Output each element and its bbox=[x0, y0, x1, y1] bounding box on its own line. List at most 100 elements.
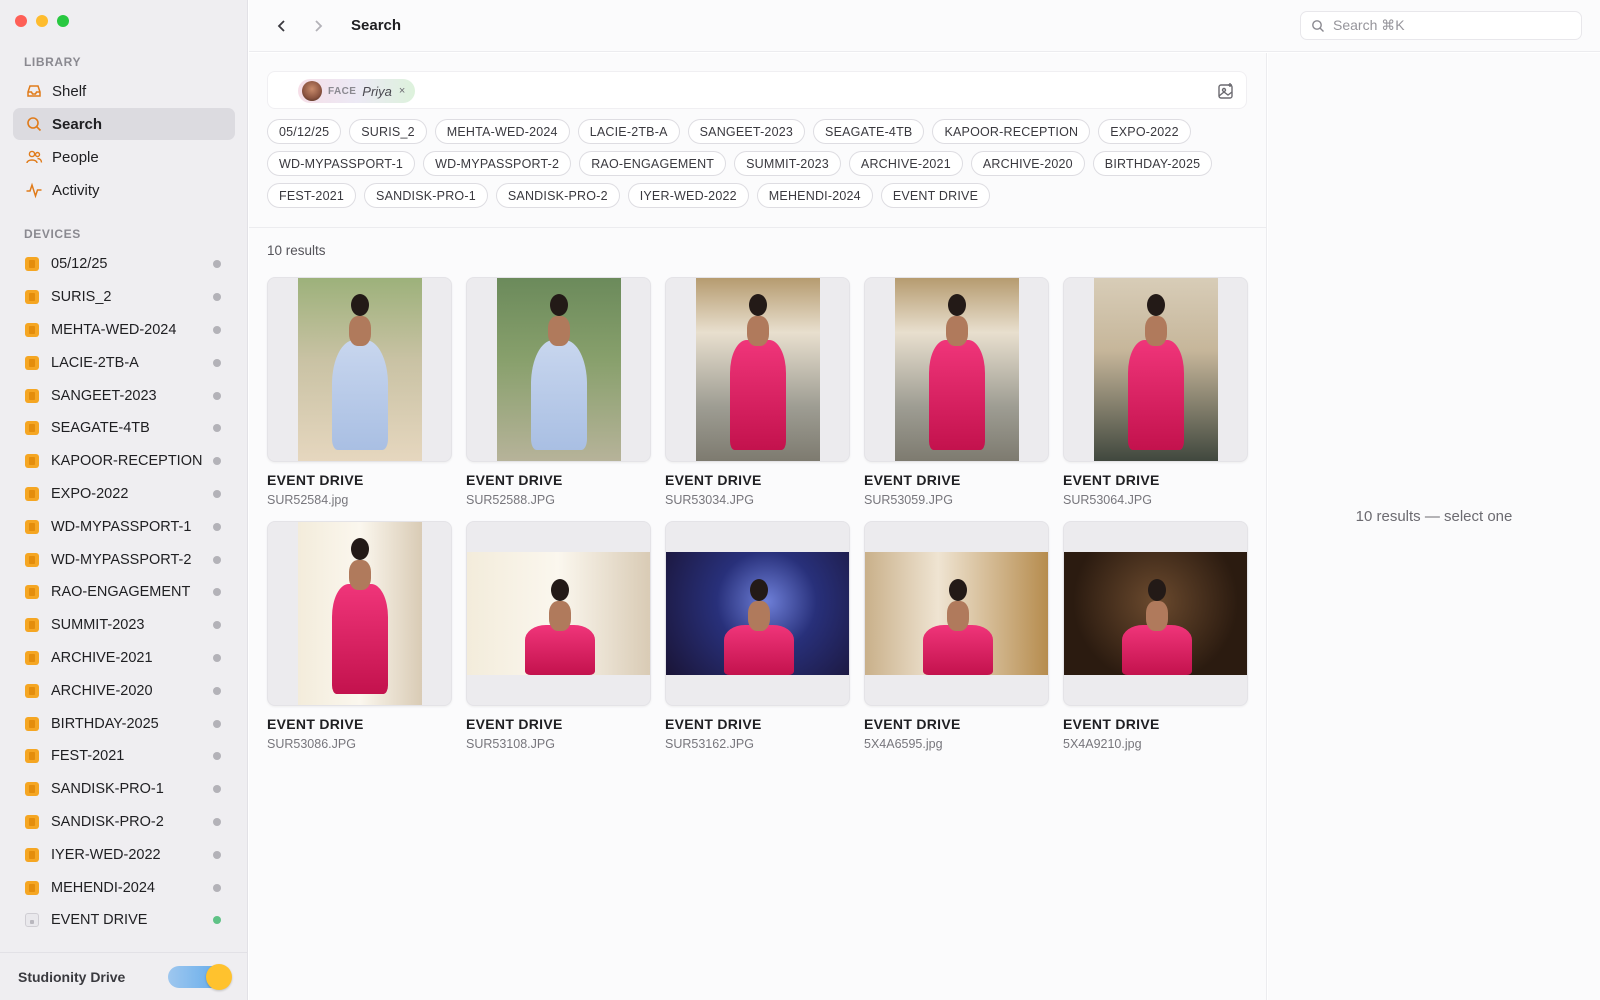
result-card[interactable]: EVENT DRIVE SUR53108.JPG bbox=[466, 521, 651, 751]
drive-filter-chip[interactable]: EXPO-2022 bbox=[1098, 119, 1191, 144]
minimize-window-button[interactable] bbox=[36, 15, 48, 27]
photo bbox=[666, 552, 849, 675]
device-item[interactable]: BIRTHDAY-2025 bbox=[13, 707, 235, 740]
result-thumbnail[interactable] bbox=[267, 521, 452, 706]
drive-filter-chip[interactable]: EVENT DRIVE bbox=[880, 183, 991, 208]
device-item[interactable]: RAO-ENGAGEMENT bbox=[13, 576, 235, 609]
result-card[interactable]: EVENT DRIVE SUR53034.JPG bbox=[665, 277, 850, 507]
drive-filter-chip[interactable]: KAPOOR-RECEPTION bbox=[932, 119, 1091, 144]
device-item[interactable]: MEHENDI-2024 bbox=[13, 871, 235, 904]
result-thumbnail[interactable] bbox=[665, 277, 850, 462]
drive-filter-chip[interactable]: SEAGATE-4TB bbox=[813, 119, 925, 144]
result-card[interactable]: EVENT DRIVE SUR52588.JPG bbox=[466, 277, 651, 507]
drive-filter-chip[interactable]: MEHENDI-2024 bbox=[756, 183, 873, 208]
device-name: LACIE-2TB-A bbox=[51, 354, 139, 371]
face-avatar bbox=[302, 81, 322, 101]
figure-dress bbox=[530, 340, 587, 450]
drive-filter-chip[interactable]: SURIS_2 bbox=[349, 119, 427, 144]
photo bbox=[894, 278, 1019, 461]
drive-toggle[interactable] bbox=[168, 963, 232, 990]
device-item[interactable]: EXPO-2022 bbox=[13, 478, 235, 511]
figure-head bbox=[549, 294, 568, 316]
zoom-window-button[interactable] bbox=[57, 15, 69, 27]
drive-filter-chip[interactable]: WD-MYPASSPORT-2 bbox=[423, 151, 572, 176]
drive-filter-chip[interactable]: SANDISK-PRO-2 bbox=[495, 183, 620, 208]
device-item[interactable]: LACIE-2TB-A bbox=[13, 346, 235, 379]
result-card[interactable]: EVENT DRIVE 5X4A9210.jpg bbox=[1063, 521, 1248, 751]
device-item[interactable]: ARCHIVE-2021 bbox=[13, 642, 235, 675]
result-card[interactable]: EVENT DRIVE SUR53059.JPG bbox=[864, 277, 1049, 507]
result-thumbnail[interactable] bbox=[864, 277, 1049, 462]
device-item[interactable]: ARCHIVE-2020 bbox=[13, 674, 235, 707]
result-thumbnail[interactable] bbox=[665, 521, 850, 706]
result-thumbnail[interactable] bbox=[466, 521, 651, 706]
result-thumbnail[interactable] bbox=[466, 277, 651, 462]
device-item[interactable]: SANDISK-PRO-2 bbox=[13, 806, 235, 839]
figure-head bbox=[948, 579, 967, 601]
sidebar-item-people[interactable]: People bbox=[13, 141, 235, 173]
remove-face-filter-icon[interactable]: × bbox=[399, 85, 405, 97]
result-drive-label: EVENT DRIVE bbox=[1063, 472, 1160, 488]
device-name: KAPOOR-RECEPTION bbox=[51, 453, 203, 470]
close-window-button[interactable] bbox=[15, 15, 27, 27]
device-item[interactable]: 05/12/25 bbox=[13, 248, 235, 281]
forward-arrow-icon[interactable] bbox=[309, 17, 327, 35]
result-thumbnail[interactable] bbox=[864, 521, 1049, 706]
drive-filter-chip[interactable]: WD-MYPASSPORT-1 bbox=[267, 151, 416, 176]
result-thumbnail[interactable] bbox=[267, 277, 452, 462]
drive-filter-chip[interactable]: SUMMIT-2023 bbox=[734, 151, 841, 176]
face-filter-chip[interactable]: FACE Priya × bbox=[298, 79, 416, 103]
result-card[interactable]: EVENT DRIVE SUR53064.JPG bbox=[1063, 277, 1248, 507]
sidebar-item-search[interactable]: Search bbox=[13, 108, 235, 140]
device-item[interactable]: SANGEET-2023 bbox=[13, 379, 235, 412]
global-search-placeholder: Search ⌘K bbox=[1333, 17, 1405, 33]
device-item[interactable]: IYER-WED-2022 bbox=[13, 838, 235, 871]
result-card[interactable]: EVENT DRIVE SUR52584.jpg bbox=[267, 277, 452, 507]
sidebar-item-activity[interactable]: Activity bbox=[13, 174, 235, 206]
device-item[interactable]: FEST-2021 bbox=[13, 740, 235, 773]
drive-filter-chip[interactable]: BIRTHDAY-2025 bbox=[1092, 151, 1213, 176]
device-item[interactable]: KAPOOR-RECEPTION bbox=[13, 445, 235, 478]
device-status-dot bbox=[213, 653, 221, 662]
device-name: SURIS_2 bbox=[51, 289, 112, 306]
global-search-input[interactable]: Search ⌘K bbox=[1300, 11, 1582, 40]
back-arrow-icon[interactable] bbox=[273, 17, 291, 35]
query-input[interactable]: FACE Priya × bbox=[267, 71, 1247, 109]
figure-dress bbox=[729, 340, 786, 450]
drive-filter-chip[interactable]: RAO-ENGAGEMENT bbox=[579, 151, 727, 176]
result-drive-label: EVENT DRIVE bbox=[267, 472, 364, 488]
figure-dress bbox=[922, 625, 993, 675]
device-item[interactable]: EVENT DRIVE bbox=[13, 904, 235, 937]
device-item[interactable]: MEHTA-WED-2024 bbox=[13, 314, 235, 347]
drive-filter-chip[interactable]: LACIE-2TB-A bbox=[577, 119, 680, 144]
device-item[interactable]: WD-MYPASSPORT-1 bbox=[13, 510, 235, 543]
device-item[interactable]: SURIS_2 bbox=[13, 281, 235, 314]
result-card[interactable]: EVENT DRIVE SUR53162.JPG bbox=[665, 521, 850, 751]
sidebar-item-shelf[interactable]: Shelf bbox=[13, 75, 235, 107]
drive-filter-chip[interactable]: 05/12/25 bbox=[267, 119, 342, 144]
drive-filter-chip[interactable]: IYER-WED-2022 bbox=[627, 183, 749, 208]
result-drive-label: EVENT DRIVE bbox=[466, 472, 563, 488]
device-status-dot bbox=[213, 555, 221, 564]
device-name: SANDISK-PRO-1 bbox=[51, 781, 164, 798]
drive-filter-chip[interactable]: MEHTA-WED-2024 bbox=[434, 119, 570, 144]
result-thumbnail[interactable] bbox=[1063, 521, 1248, 706]
drive-filter-chip[interactable]: SANGEET-2023 bbox=[687, 119, 806, 144]
result-card[interactable]: EVENT DRIVE SUR53086.JPG bbox=[267, 521, 452, 751]
device-item[interactable]: SANDISK-PRO-1 bbox=[13, 773, 235, 806]
drive-filter-chip[interactable]: ARCHIVE-2021 bbox=[848, 151, 963, 176]
device-status-dot bbox=[213, 752, 221, 761]
sidebar-item-label: Activity bbox=[52, 181, 100, 199]
sidebar: LIBRARY Shelf Search People Activity DEV… bbox=[0, 0, 248, 1000]
result-card[interactable]: EVENT DRIVE 5X4A6595.jpg bbox=[864, 521, 1049, 751]
device-name: 05/12/25 bbox=[51, 256, 108, 273]
drive-filter-chip[interactable]: ARCHIVE-2020 bbox=[970, 151, 1085, 176]
device-item[interactable]: WD-MYPASSPORT-2 bbox=[13, 543, 235, 576]
result-thumbnail[interactable] bbox=[1063, 277, 1248, 462]
figure-head bbox=[1146, 294, 1165, 316]
drive-filter-chip[interactable]: FEST-2021 bbox=[267, 183, 357, 208]
device-item[interactable]: SEAGATE-4TB bbox=[13, 412, 235, 445]
drive-filter-chip[interactable]: SANDISK-PRO-1 bbox=[364, 183, 488, 208]
image-search-icon[interactable] bbox=[1216, 81, 1236, 101]
device-item[interactable]: SUMMIT-2023 bbox=[13, 609, 235, 642]
